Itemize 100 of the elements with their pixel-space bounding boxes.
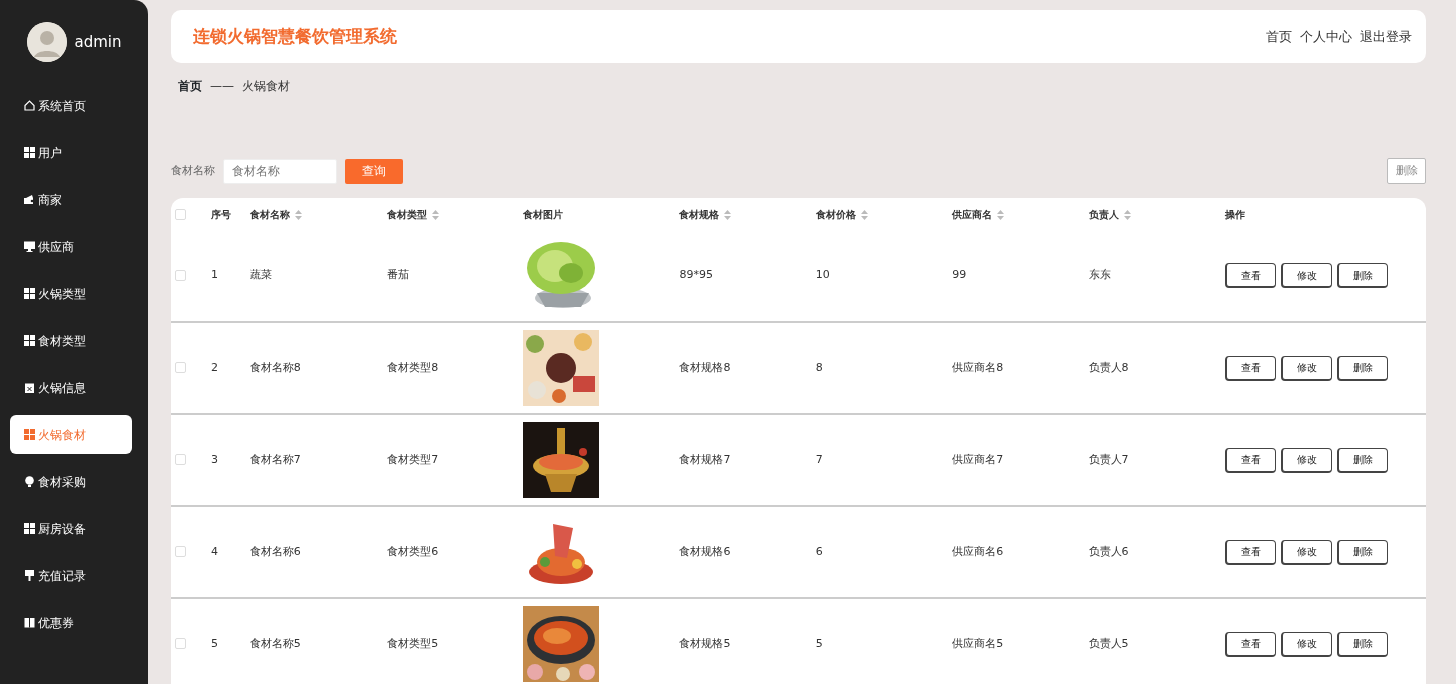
table-cell: 食材名称5 (249, 636, 301, 650)
sidebar-item[interactable]: 充值记录 (10, 556, 132, 595)
sidebar-item[interactable]: 商家 (10, 180, 132, 219)
sidebar-item[interactable]: 系统首页 (10, 86, 132, 125)
table-cell: 食材类型6 (387, 544, 439, 558)
action-button[interactable]: 修改 (1280, 263, 1332, 288)
table-cell: 食材规格8 (679, 360, 731, 374)
row-checkbox[interactable] (175, 546, 186, 558)
grid-icon (24, 147, 35, 158)
action-button[interactable]: 删除 (1336, 447, 1388, 473)
table-cell: 蔬菜 (249, 268, 272, 282)
table-cell: 食材规格7 (679, 452, 731, 466)
table-cell: 东东 (1088, 268, 1111, 282)
table-cell: 1 (210, 268, 218, 282)
sort-icon[interactable] (432, 209, 440, 220)
clipboard-icon (24, 382, 35, 393)
column-header: 食材图片 (522, 208, 563, 220)
breadcrumb-link[interactable]: 首页 (178, 77, 202, 144)
grid-icon (24, 288, 35, 299)
table-cell: 食材名称7 (249, 452, 301, 466)
bulb-icon (24, 476, 35, 487)
table-cell: 5 (210, 636, 218, 650)
wallet-icon (24, 194, 35, 205)
row-checkbox[interactable] (175, 454, 186, 466)
action-button[interactable]: 查看 (1224, 631, 1276, 657)
table-cell: 负责人6 (1088, 544, 1129, 558)
table-cell: 2 (210, 360, 218, 374)
column-header: 负责人 (1088, 208, 1119, 220)
table-cell: 食材规格5 (679, 636, 731, 650)
action-button[interactable]: 查看 (1224, 539, 1276, 565)
grid-icon (24, 429, 35, 440)
table-cell: 食材名称6 (249, 544, 301, 558)
sidebar-item[interactable]: 供应商 (10, 227, 132, 266)
table-cell: 负责人5 (1088, 636, 1129, 650)
grid-icon (24, 523, 35, 534)
column-header: 食材类型 (387, 208, 428, 220)
action-button[interactable]: 修改 (1280, 539, 1332, 565)
action-button[interactable]: 修改 (1280, 355, 1332, 381)
header-link[interactable]: 退出登录 (1360, 26, 1412, 47)
action-button[interactable]: 查看 (1224, 447, 1276, 473)
sidebar-item[interactable]: 用户 (10, 133, 132, 172)
column-header: 食材价格 (815, 208, 856, 220)
sign-icon (24, 570, 35, 581)
column-header: 操作 (1224, 208, 1245, 220)
sidebar-item[interactable]: 食材采购 (10, 462, 132, 501)
action-button[interactable]: 删除 (1336, 539, 1388, 565)
table-cell: 99 (952, 268, 967, 282)
delete-button[interactable]: 删除 (1387, 158, 1426, 184)
column-header: 食材名称 (249, 208, 290, 220)
app-title: 连锁火锅智慧餐饮管理系统 (193, 24, 397, 48)
table-cell: 供应商名8 (952, 360, 1004, 374)
sort-icon[interactable] (294, 209, 302, 220)
table-cell: 食材类型8 (387, 360, 439, 374)
table-cell: 7 (815, 452, 823, 466)
action-button[interactable]: 修改 (1280, 631, 1332, 657)
sort-icon[interactable] (1123, 209, 1131, 220)
avatar-icon (26, 22, 67, 62)
sidebar-item[interactable]: 厨房设备 (10, 509, 132, 548)
table-cell: 5 (815, 636, 823, 650)
table-cell: 食材类型5 (387, 636, 439, 650)
table-cell: 负责人8 (1088, 360, 1129, 374)
row-checkbox[interactable] (175, 638, 186, 650)
table-cell: 供应商名7 (952, 452, 1004, 466)
table-cell: 食材规格6 (679, 544, 731, 558)
table-cell: 4 (210, 544, 218, 558)
table-cell: 供应商名5 (952, 636, 1004, 650)
header-link[interactable]: 首页 (1266, 26, 1292, 47)
search-field[interactable]: 食材名称 (223, 158, 337, 184)
breadcrumb-separator: —— (210, 78, 234, 95)
book-icon (24, 617, 35, 628)
table-cell: 番茄 (387, 268, 410, 282)
sort-icon[interactable] (860, 209, 868, 220)
header-link[interactable]: 个人中心 (1300, 26, 1352, 47)
sidebar-item[interactable]: 食材类型 (10, 321, 132, 360)
action-button[interactable]: 删除 (1336, 631, 1388, 657)
column-header: 序号 (210, 208, 231, 220)
column-header: 食材规格 (679, 208, 720, 220)
action-button[interactable]: 删除 (1336, 263, 1388, 288)
table-cell: 10 (815, 268, 830, 282)
column-header: 供应商名 (952, 208, 993, 220)
table-cell: 3 (210, 452, 218, 466)
grid-icon (24, 335, 35, 346)
sidebar-item[interactable]: 优惠券 (10, 603, 132, 642)
row-checkbox[interactable] (175, 269, 186, 281)
select-all-checkbox[interactable] (175, 209, 186, 220)
sidebar-item[interactable]: 火锅类型 (10, 274, 132, 313)
table-cell: 8 (815, 360, 823, 374)
action-button[interactable]: 查看 (1224, 355, 1276, 381)
search-label: 食材名称 (171, 162, 215, 179)
action-button[interactable]: 修改 (1280, 447, 1332, 473)
action-button[interactable]: 删除 (1336, 355, 1388, 381)
user-name: admin (74, 31, 122, 53)
sidebar-item[interactable]: 火锅信息 (10, 368, 132, 407)
table-cell: 6 (815, 544, 823, 558)
row-checkbox[interactable] (175, 362, 186, 374)
monitor-icon (24, 241, 35, 252)
table-cell: 供应商名6 (952, 544, 1004, 558)
sort-icon[interactable] (724, 209, 732, 220)
action-button[interactable]: 查看 (1224, 263, 1276, 288)
sort-icon[interactable] (997, 209, 1005, 220)
